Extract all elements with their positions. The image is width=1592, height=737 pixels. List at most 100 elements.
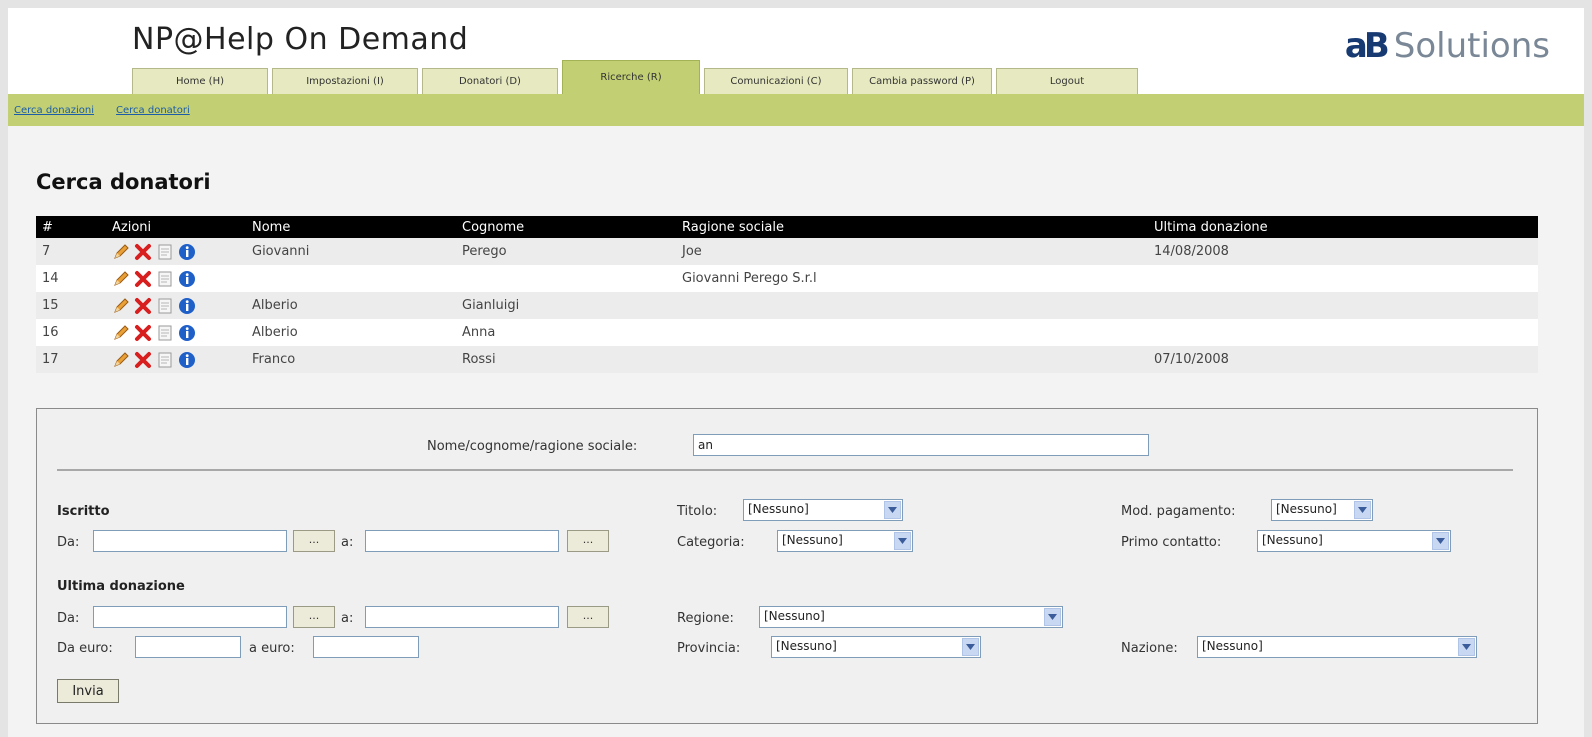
document-icon[interactable] [156, 270, 174, 288]
iscritto-da-input[interactable] [93, 530, 287, 552]
info-icon[interactable] [178, 324, 196, 342]
ultima-heading: Ultima donazione [57, 579, 185, 594]
row-ragione-sociale [676, 319, 1148, 346]
col-ragione-sociale: Ragione sociale [676, 216, 1148, 238]
row-id: 7 [36, 238, 106, 265]
link-cerca-donatori[interactable]: Cerca donatori [116, 105, 190, 116]
row-ultima-donazione: 07/10/2008 [1148, 346, 1538, 373]
chevron-down-icon [962, 638, 979, 656]
table-row: 14 Giovanni Perego S.r.l [36, 265, 1538, 292]
mod-pagamento-select[interactable]: [Nessuno] [1271, 499, 1373, 521]
row-nome [246, 265, 456, 292]
nazione-select-value: [Nessuno] [1202, 639, 1263, 653]
delete-x-icon[interactable] [134, 351, 152, 369]
provincia-select[interactable]: [Nessuno] [771, 636, 981, 658]
ultima-a-picker-button[interactable]: ... [567, 606, 609, 628]
ultima-da-input[interactable] [93, 606, 287, 628]
table-row: 17 Franco Rossi 07/10/2008 [36, 346, 1538, 373]
categoria-label: Categoria: [677, 535, 745, 550]
tab-donatori[interactable]: Donatori (D) [422, 68, 558, 94]
submit-button[interactable]: Invia [57, 679, 119, 703]
info-icon[interactable] [178, 297, 196, 315]
edit-pencil-icon[interactable] [112, 297, 130, 315]
primo-contatto-select[interactable]: [Nessuno] [1257, 530, 1451, 552]
document-icon[interactable] [156, 324, 174, 342]
brand-mark: aB [1344, 26, 1390, 66]
results-table: # Azioni Nome Cognome Ragione sociale Ul… [36, 216, 1538, 373]
iscritto-a-picker-button[interactable]: ... [567, 530, 609, 552]
document-icon[interactable] [156, 243, 174, 261]
titolo-select-value: [Nessuno] [748, 502, 809, 516]
row-actions [106, 292, 246, 319]
a-euro-input[interactable] [313, 636, 419, 658]
info-icon[interactable] [178, 270, 196, 288]
chevron-down-icon [1432, 532, 1449, 550]
delete-x-icon[interactable] [134, 270, 152, 288]
ultima-da-label: Da: [57, 611, 80, 626]
regione-select[interactable]: [Nessuno] [759, 606, 1063, 628]
row-actions [106, 346, 246, 373]
info-icon[interactable] [178, 351, 196, 369]
regione-select-value: [Nessuno] [764, 609, 825, 623]
categoria-select[interactable]: [Nessuno] [777, 530, 913, 552]
app-title: NP@Help On Demand [132, 22, 469, 57]
iscritto-da-label: Da: [57, 535, 80, 550]
edit-pencil-icon[interactable] [112, 351, 130, 369]
document-icon[interactable] [156, 297, 174, 315]
table-row: 15 Alberio Gianluigi [36, 292, 1538, 319]
edit-pencil-icon[interactable] [112, 324, 130, 342]
tab-cambia-password[interactable]: Cambia password (P) [852, 68, 992, 94]
table-row: 16 Alberio Anna [36, 319, 1538, 346]
tab-impostazioni[interactable]: Impostazioni (I) [272, 68, 418, 94]
ultima-a-input[interactable] [365, 606, 559, 628]
row-nome: Giovanni [246, 238, 456, 265]
name-search-input[interactable] [693, 434, 1149, 456]
da-euro-label: Da euro: [57, 641, 113, 656]
info-icon[interactable] [178, 243, 196, 261]
main-tabs: Home (H) Impostazioni (I) Donatori (D) R… [132, 60, 1142, 94]
provincia-select-value: [Nessuno] [776, 639, 837, 653]
chevron-down-icon [1458, 638, 1475, 656]
link-cerca-donazioni[interactable]: Cerca donazioni [14, 105, 94, 116]
row-ultima-donazione [1148, 265, 1538, 292]
titolo-label: Titolo: [677, 504, 718, 519]
ultima-a-label: a: [341, 611, 354, 626]
tab-logout[interactable]: Logout [996, 68, 1138, 94]
iscritto-da-picker-button[interactable]: ... [293, 530, 335, 552]
row-nome: Franco [246, 346, 456, 373]
delete-x-icon[interactable] [134, 297, 152, 315]
primo-contatto-label: Primo contatto: [1121, 535, 1222, 550]
regione-label: Regione: [677, 611, 734, 626]
delete-x-icon[interactable] [134, 243, 152, 261]
row-id: 16 [36, 319, 106, 346]
mod-pagamento-select-value: [Nessuno] [1276, 502, 1337, 516]
document-icon[interactable] [156, 351, 174, 369]
tab-ricerche[interactable]: Ricerche (R) [562, 60, 700, 94]
iscritto-heading: Iscritto [57, 504, 110, 519]
ultima-da-picker-button[interactable]: ... [293, 606, 335, 628]
row-id: 17 [36, 346, 106, 373]
main-content: Cerca donatori # Azioni Nome Cognome Rag… [8, 126, 1584, 737]
da-euro-input[interactable] [135, 636, 241, 658]
nazione-label: Nazione: [1121, 641, 1178, 656]
row-cognome [456, 265, 676, 292]
titolo-select[interactable]: [Nessuno] [743, 499, 903, 521]
nazione-select[interactable]: [Nessuno] [1197, 636, 1477, 658]
row-actions [106, 265, 246, 292]
page-title: Cerca donatori [36, 170, 211, 194]
row-cognome: Anna [456, 319, 676, 346]
col-azioni: Azioni [106, 216, 246, 238]
iscritto-a-input[interactable] [365, 530, 559, 552]
col-nome: Nome [246, 216, 456, 238]
row-id: 15 [36, 292, 106, 319]
a-euro-label: a euro: [249, 641, 295, 656]
row-cognome: Gianluigi [456, 292, 676, 319]
row-cognome: Perego [456, 238, 676, 265]
row-actions [106, 319, 246, 346]
row-ragione-sociale [676, 292, 1148, 319]
edit-pencil-icon[interactable] [112, 270, 130, 288]
tab-home[interactable]: Home (H) [132, 68, 268, 94]
edit-pencil-icon[interactable] [112, 243, 130, 261]
delete-x-icon[interactable] [134, 324, 152, 342]
tab-comunicazioni[interactable]: Comunicazioni (C) [704, 68, 848, 94]
